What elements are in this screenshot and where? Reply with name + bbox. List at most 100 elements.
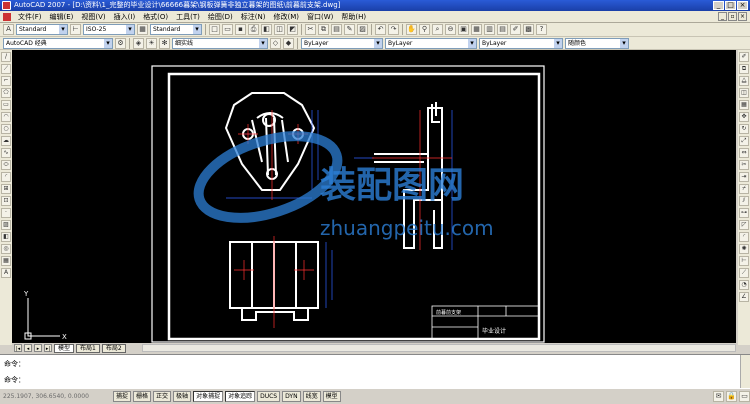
join-icon[interactable]: ⊶: [739, 208, 749, 218]
color-select[interactable]: ByLayer: [301, 37, 383, 49]
menu-insert[interactable]: 插入(I): [110, 11, 140, 23]
workspace-select[interactable]: AutoCAD 经典: [3, 37, 113, 49]
menu-draw[interactable]: 绘图(D): [204, 11, 237, 23]
offset-icon[interactable]: ◫: [739, 88, 749, 98]
properties-icon[interactable]: ▣: [458, 24, 469, 35]
menu-window[interactable]: 窗口(W): [303, 11, 337, 23]
polar-toggle[interactable]: 极轴: [173, 391, 192, 402]
plotstyle-select[interactable]: 随颜色: [565, 37, 629, 49]
menu-view[interactable]: 视图(V): [77, 11, 109, 23]
dim-linear-icon[interactable]: ⊢: [739, 256, 749, 266]
extend-icon[interactable]: ⇥: [739, 172, 749, 182]
document-icon[interactable]: [3, 13, 11, 21]
explode-icon[interactable]: ✺: [739, 244, 749, 254]
construction-line-icon[interactable]: ⟋: [1, 64, 11, 74]
lineweight-select[interactable]: ByLayer: [479, 37, 563, 49]
pan-icon[interactable]: ✋: [406, 24, 417, 35]
ellipse-arc-icon[interactable]: ◜: [1, 172, 11, 182]
ducs-toggle[interactable]: DUCS: [257, 391, 281, 402]
plot-preview-icon[interactable]: ◧: [261, 24, 272, 35]
trim-icon[interactable]: ✂: [739, 160, 749, 170]
layer-previous-icon[interactable]: ◆: [283, 37, 294, 49]
cut-icon[interactable]: ✂: [305, 24, 316, 35]
last-tab-icon[interactable]: ▸|: [44, 344, 52, 352]
insert-block-icon[interactable]: ⊞: [1, 184, 11, 194]
layer-manager-icon[interactable]: ◈: [133, 37, 144, 49]
doc-close-button[interactable]: ×: [738, 12, 747, 21]
dim-radius-icon[interactable]: ◔: [739, 280, 749, 290]
lightbulb-icon[interactable]: ☀: [146, 37, 157, 49]
autocad-app-icon[interactable]: [2, 1, 11, 10]
3d-dwf-icon[interactable]: ◩: [287, 24, 298, 35]
gradient-icon[interactable]: ◧: [1, 232, 11, 242]
menu-modify[interactable]: 修改(M): [269, 11, 303, 23]
workspace-settings-icon[interactable]: ⚙: [115, 37, 126, 49]
spline-icon[interactable]: ∿: [1, 148, 11, 158]
command-scrollbar[interactable]: [740, 355, 750, 389]
dim-aligned-icon[interactable]: ⟋: [739, 268, 749, 278]
minimize-button[interactable]: _: [713, 1, 724, 10]
snap-toggle[interactable]: 捕捉: [113, 391, 132, 402]
revision-cloud-icon[interactable]: ☁: [1, 136, 11, 146]
lock-icon[interactable]: 🔒: [726, 391, 737, 402]
scale-icon[interactable]: ⤢: [739, 136, 749, 146]
make-block-icon[interactable]: ⊡: [1, 196, 11, 206]
publish-icon[interactable]: ◫: [274, 24, 285, 35]
horizontal-scrollbar[interactable]: [142, 344, 736, 352]
chamfer-icon[interactable]: ◸: [739, 220, 749, 230]
first-tab-icon[interactable]: |◂: [14, 344, 22, 352]
dyn-toggle[interactable]: DYN: [282, 391, 301, 402]
dim-style-icon[interactable]: ⊢: [70, 24, 81, 35]
drawing-canvas[interactable]: 前暮前支架 毕业设计 Y X: [12, 50, 736, 343]
open-file-icon[interactable]: ▭: [222, 24, 233, 35]
command-prompt[interactable]: 命令：: [4, 375, 25, 385]
model-toggle[interactable]: 模型: [322, 391, 341, 402]
tool-palettes-icon[interactable]: ▥: [484, 24, 495, 35]
rectangle-icon[interactable]: ▭: [1, 100, 11, 110]
communication-center-icon[interactable]: ✉: [713, 391, 724, 402]
erase-icon[interactable]: ✐: [739, 52, 749, 62]
prev-tab-icon[interactable]: ◂: [24, 344, 32, 352]
array-icon[interactable]: ▦: [739, 100, 749, 110]
command-window[interactable]: 命令： 命令：: [0, 354, 750, 389]
polyline-icon[interactable]: ⌐: [1, 76, 11, 86]
text-style-icon[interactable]: A: [3, 24, 14, 35]
move-icon[interactable]: ✥: [739, 112, 749, 122]
line-icon[interactable]: /: [1, 52, 11, 62]
tab-layout2[interactable]: 布局2: [101, 343, 126, 353]
block-editor-icon[interactable]: ▨: [357, 24, 368, 35]
break-at-point-icon[interactable]: ⌿: [739, 184, 749, 194]
doc-restore-button[interactable]: ▫: [728, 12, 737, 21]
table-style-icon[interactable]: ▦: [137, 24, 148, 35]
linetype-select[interactable]: ByLayer: [385, 37, 477, 49]
table-icon[interactable]: ▦: [1, 256, 11, 266]
freeze-icon[interactable]: ✻: [159, 37, 170, 49]
undo-icon[interactable]: ↶: [375, 24, 386, 35]
tab-model[interactable]: 模型: [54, 343, 75, 353]
help-icon[interactable]: ?: [536, 24, 547, 35]
sheet-set-icon[interactable]: ▤: [497, 24, 508, 35]
quickcalc-icon[interactable]: ▩: [523, 24, 534, 35]
mirror-icon[interactable]: ⧋: [739, 76, 749, 86]
menu-tools[interactable]: 工具(T): [172, 11, 204, 23]
menu-help[interactable]: 帮助(H): [337, 11, 370, 23]
next-tab-icon[interactable]: ▸: [34, 344, 42, 352]
zoom-realtime-icon[interactable]: ⚲: [419, 24, 430, 35]
region-icon[interactable]: ◎: [1, 244, 11, 254]
print-icon[interactable]: ⎙: [248, 24, 259, 35]
menu-file[interactable]: 文件(F): [14, 11, 46, 23]
dim-angular-icon[interactable]: ∠: [739, 292, 749, 302]
zoom-window-icon[interactable]: ⌕: [432, 24, 443, 35]
fillet-icon[interactable]: ◜: [739, 232, 749, 242]
menu-format[interactable]: 格式(O): [139, 11, 172, 23]
circle-icon[interactable]: ○: [1, 124, 11, 134]
close-button[interactable]: ×: [737, 1, 748, 10]
ortho-toggle[interactable]: 正交: [153, 391, 172, 402]
copy-object-icon[interactable]: ⧉: [739, 64, 749, 74]
stretch-icon[interactable]: ⇔: [739, 148, 749, 158]
table-style-select[interactable]: Standard: [150, 24, 202, 35]
dim-style-select[interactable]: ISO-25: [83, 24, 135, 35]
clean-screen-icon[interactable]: ▭: [739, 391, 750, 402]
layer-select[interactable]: 细实线: [172, 37, 268, 49]
polygon-icon[interactable]: ⬠: [1, 88, 11, 98]
